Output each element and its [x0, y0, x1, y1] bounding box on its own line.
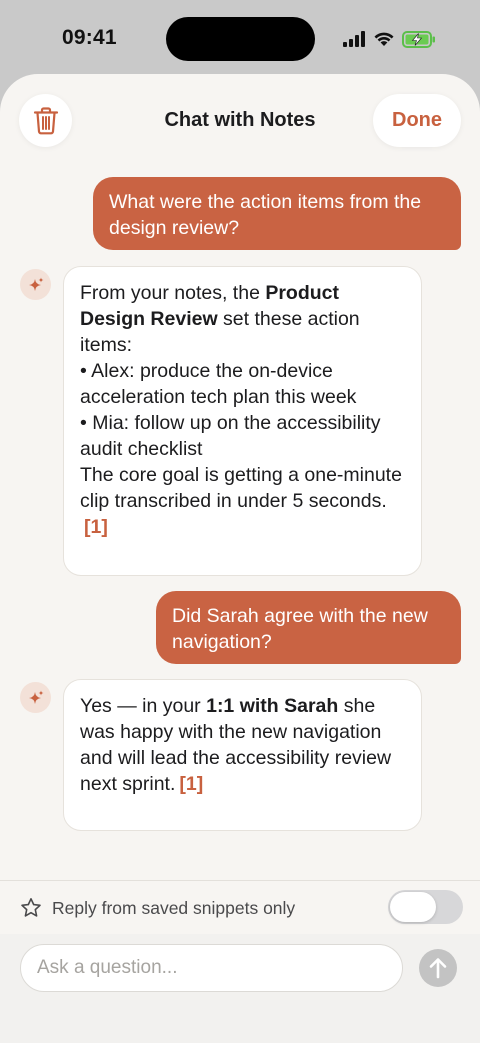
status-time: 09:41	[62, 26, 117, 49]
status-icons	[342, 29, 436, 49]
message-text: Yes — in your	[80, 695, 207, 717]
wifi-icon	[374, 32, 394, 46]
ai-avatar	[20, 682, 51, 713]
sparkle-icon	[28, 277, 43, 291]
snippets-only-label: Reply from saved snippets only	[52, 898, 296, 918]
question-input[interactable]	[20, 944, 403, 992]
message-text: From your notes, the	[80, 282, 266, 304]
battery-charging-icon	[402, 30, 435, 48]
arrow-up-icon	[429, 958, 447, 979]
user-message: Did Sarah agree with the new navigation?	[156, 591, 461, 664]
nav-bar: Chat with Notes Done	[0, 74, 480, 166]
user-message: What were the action items from the desi…	[93, 177, 461, 250]
sparkle-icon	[28, 690, 43, 704]
citation-link[interactable]: [1]	[179, 773, 203, 795]
toggle-knob	[390, 892, 436, 922]
snippets-only-toggle[interactable]	[388, 890, 463, 924]
assistant-message: Yes — in your 1:1 with Sarah she was hap…	[63, 679, 422, 831]
done-button[interactable]: Done	[373, 94, 461, 147]
composer	[0, 934, 480, 1043]
chat-sheet: Chat with Notes Done What were the actio…	[0, 74, 480, 1043]
send-button[interactable]	[419, 949, 457, 987]
action-item: • Mia: follow up on the accessibility au…	[80, 412, 381, 460]
star-icon	[21, 898, 41, 917]
assistant-message: From your notes, the Product Design Revi…	[63, 266, 422, 576]
cellular-signal-icon	[343, 31, 365, 47]
note-reference: 1:1 with Sarah	[206, 695, 339, 717]
snippets-option-row: Reply from saved snippets only	[0, 880, 480, 934]
status-bar: 09:41	[0, 0, 480, 78]
dynamic-island	[166, 17, 315, 61]
action-item: • Alex: produce the on-device accelerati…	[80, 360, 357, 408]
ai-avatar	[20, 269, 51, 300]
message-text: The core goal is getting a one-minute cl…	[80, 464, 402, 512]
citation-link[interactable]: [1]	[84, 516, 108, 538]
